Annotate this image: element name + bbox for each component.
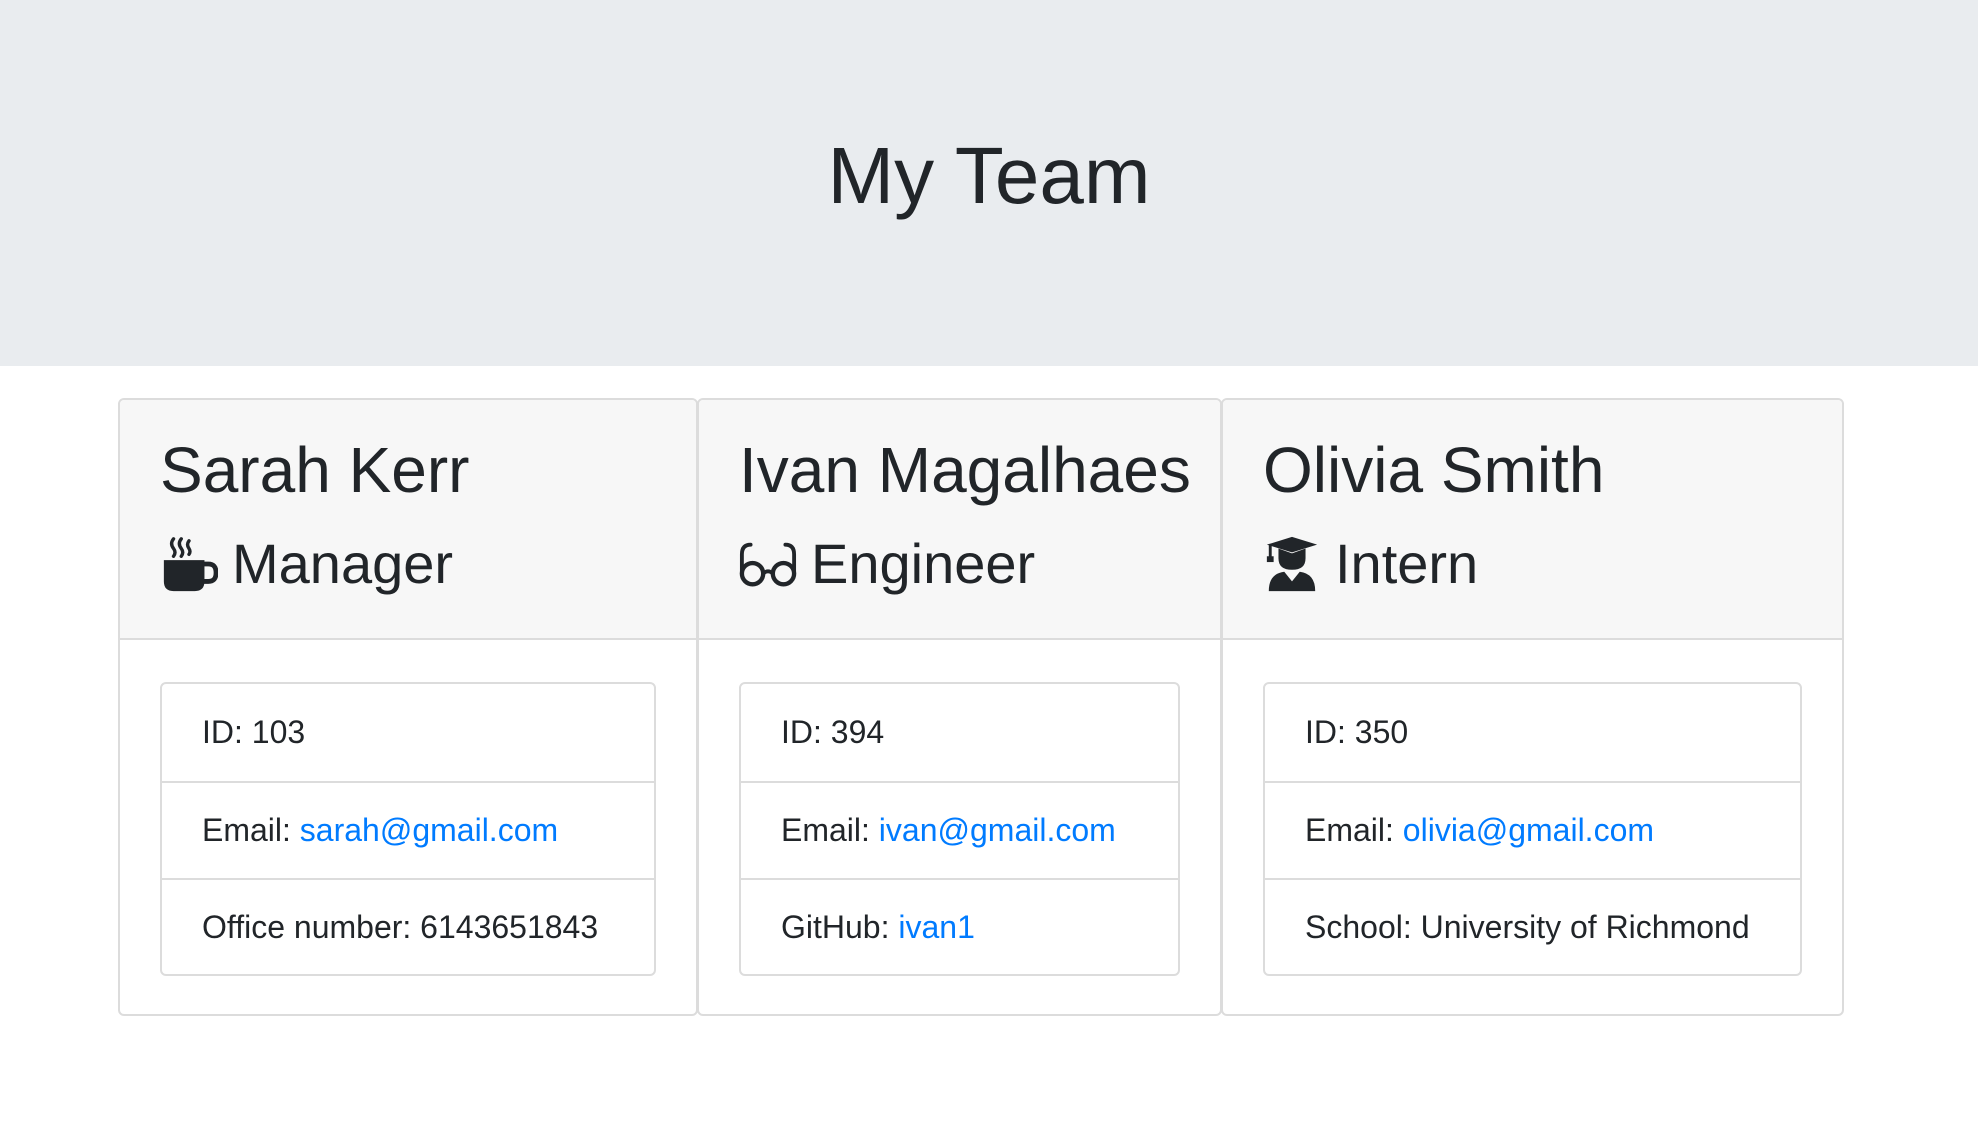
employee-card-manager: Sarah Kerr Manager ID: 103 Email: sarah@… (118, 398, 698, 1016)
list-item-id: ID: 350 (1265, 684, 1800, 781)
id-label: ID: (1305, 714, 1355, 750)
id-value: 394 (830, 714, 885, 750)
list-item-email: Email: olivia@gmail.com (1265, 781, 1800, 878)
role-label: Manager (232, 532, 454, 595)
github-label: GitHub: (781, 909, 899, 945)
employee-details: ID: 103 Email: sarah@gmail.com Office nu… (160, 682, 656, 976)
employee-name: Sarah Kerr (160, 434, 470, 506)
graduate-icon (1263, 535, 1321, 593)
school-value: University of Richmond (1420, 909, 1750, 945)
employee-role: Manager (160, 524, 453, 604)
id-label: ID: (202, 714, 252, 750)
email-label: Email: (781, 812, 879, 848)
list-item-office-number: Office number: 6143651843 (162, 878, 654, 974)
employee-details: ID: 350 Email: olivia@gmail.com School: … (1263, 682, 1802, 976)
github-link[interactable]: ivan1 (898, 909, 975, 946)
employee-details: ID: 394 Email: ivan@gmail.com GitHub: iv… (739, 682, 1180, 976)
id-value: 103 (251, 714, 306, 750)
coffee-mug-icon (160, 535, 218, 593)
employee-role: Intern (1263, 524, 1478, 604)
list-item-email: Email: ivan@gmail.com (741, 781, 1178, 878)
email-link[interactable]: olivia@gmail.com (1403, 812, 1654, 849)
employee-name: Ivan Magalhaes (739, 434, 1191, 506)
email-link[interactable]: ivan@gmail.com (879, 812, 1116, 849)
list-item-id: ID: 394 (741, 684, 1178, 781)
list-item-github: GitHub: ivan1 (741, 878, 1178, 974)
employee-card-intern: Olivia Smith Intern ID: 350 Email: olivi… (1221, 398, 1844, 1016)
list-item-school: School: University of Richmond (1265, 878, 1800, 974)
jumbotron-header: My Team (0, 0, 1978, 366)
list-item-id: ID: 103 (162, 684, 654, 781)
id-value: 350 (1354, 714, 1409, 750)
list-item-email: Email: sarah@gmail.com (162, 781, 654, 878)
role-label: Intern (1335, 532, 1479, 595)
office-number-value: 6143651843 (420, 909, 599, 945)
email-link[interactable]: sarah@gmail.com (300, 812, 558, 849)
email-label: Email: (1305, 812, 1403, 848)
card-header: Sarah Kerr Manager (120, 400, 696, 640)
employee-name: Olivia Smith (1263, 434, 1605, 506)
school-label: School: (1305, 909, 1421, 945)
id-label: ID: (781, 714, 831, 750)
employee-role: Engineer (739, 524, 1035, 604)
employee-card-engineer: Ivan Magalhaes Engineer ID: 394 Email: i… (697, 398, 1222, 1016)
glasses-icon (739, 535, 797, 593)
office-number-label: Office number: (202, 909, 421, 945)
role-label: Engineer (811, 532, 1036, 595)
email-label: Email: (202, 812, 300, 848)
card-header: Olivia Smith Intern (1223, 400, 1842, 640)
card-header: Ivan Magalhaes Engineer (699, 400, 1220, 640)
page-title: My Team (827, 131, 1151, 220)
